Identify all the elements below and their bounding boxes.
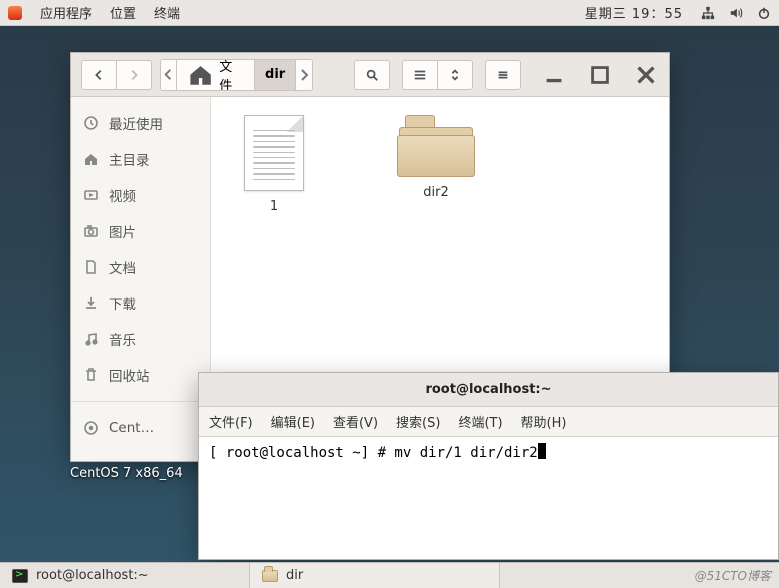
cursor-icon bbox=[538, 443, 546, 459]
download-icon bbox=[83, 295, 99, 311]
sidebar-item-videos[interactable]: 视频 bbox=[71, 177, 210, 213]
maximize-button[interactable] bbox=[587, 62, 613, 88]
path-home-label: 主文件夹 bbox=[219, 59, 244, 91]
view-options-button[interactable] bbox=[437, 60, 473, 90]
clock-icon bbox=[83, 115, 99, 131]
document-icon bbox=[83, 259, 99, 275]
term-menu-terminal[interactable]: 终端(T) bbox=[458, 412, 502, 431]
list-view-button[interactable] bbox=[402, 60, 438, 90]
folder-icon bbox=[397, 115, 475, 177]
network-icon[interactable] bbox=[701, 6, 715, 20]
music-icon bbox=[83, 331, 99, 347]
path-home[interactable]: 主文件夹 bbox=[177, 60, 255, 90]
trash-icon bbox=[83, 367, 99, 383]
menu-places[interactable]: 位置 bbox=[110, 3, 136, 22]
watermark: @51CTO博客 bbox=[500, 563, 779, 588]
sidebar-item-centos[interactable]: Cent… bbox=[71, 410, 210, 446]
camera-icon bbox=[83, 223, 99, 239]
close-button[interactable] bbox=[633, 62, 659, 88]
path-bar: 主文件夹 dir bbox=[160, 59, 313, 91]
term-menu-search[interactable]: 搜索(S) bbox=[396, 412, 440, 431]
sidebar-item-documents[interactable]: 文档 bbox=[71, 249, 210, 285]
sidebar: 最近使用 主目录 视频 图片 文档 下载 音乐 回收站 Cent… bbox=[71, 97, 211, 461]
task-terminal[interactable]: root@localhost:~ bbox=[0, 563, 250, 588]
sidebar-item-music[interactable]: 音乐 bbox=[71, 321, 210, 357]
terminal-icon bbox=[12, 569, 28, 583]
volume-icon[interactable] bbox=[729, 6, 743, 20]
terminal-menubar: 文件(F) 编辑(E) 查看(V) 搜索(S) 终端(T) 帮助(H) bbox=[199, 407, 778, 437]
sidebar-item-trash[interactable]: 回收站 bbox=[71, 357, 210, 393]
term-menu-edit[interactable]: 编辑(E) bbox=[271, 412, 315, 431]
bottom-taskbar: root@localhost:~ dir @51CTO博客 bbox=[0, 562, 779, 588]
sidebar-item-downloads[interactable]: 下载 bbox=[71, 285, 210, 321]
sidebar-item-home[interactable]: 主目录 bbox=[71, 141, 210, 177]
term-menu-help[interactable]: 帮助(H) bbox=[521, 412, 567, 431]
term-menu-view[interactable]: 查看(V) bbox=[333, 412, 378, 431]
sidebar-item-recent[interactable]: 最近使用 bbox=[71, 105, 210, 141]
file-item-dir2[interactable]: dir2 bbox=[391, 115, 481, 200]
menu-terminal[interactable]: 终端 bbox=[154, 3, 180, 22]
path-next-button[interactable] bbox=[296, 60, 312, 90]
file-label: dir2 bbox=[423, 185, 448, 200]
file-item-1[interactable]: 1 bbox=[229, 115, 319, 214]
hamburger-menu-button[interactable] bbox=[485, 60, 521, 90]
home-icon bbox=[83, 151, 99, 167]
text-file-icon bbox=[244, 115, 304, 191]
terminal-content[interactable]: [ root@localhost ~] # mv dir/1 dir/dir2 bbox=[199, 437, 778, 469]
fm-toolbar: 主文件夹 dir bbox=[71, 53, 669, 97]
minimize-button[interactable] bbox=[541, 62, 567, 88]
task-files[interactable]: dir bbox=[250, 563, 500, 588]
menu-applications[interactable]: 应用程序 bbox=[40, 3, 92, 22]
search-button[interactable] bbox=[354, 60, 390, 90]
term-menu-file[interactable]: 文件(F) bbox=[209, 412, 253, 431]
path-dir[interactable]: dir bbox=[255, 60, 296, 90]
video-icon bbox=[83, 187, 99, 203]
file-label: 1 bbox=[270, 199, 278, 214]
power-icon[interactable] bbox=[757, 6, 771, 20]
terminal-title[interactable]: root@localhost:~ bbox=[199, 373, 778, 407]
path-up-button[interactable] bbox=[161, 60, 177, 90]
folder-icon bbox=[262, 570, 278, 582]
gnome-topbar: 应用程序 位置 终端 星期三 19：55 bbox=[0, 0, 779, 26]
disc-icon bbox=[83, 420, 99, 436]
forward-button[interactable] bbox=[116, 60, 152, 90]
home-icon bbox=[187, 61, 214, 88]
terminal-window: root@localhost:~ 文件(F) 编辑(E) 查看(V) 搜索(S)… bbox=[198, 372, 779, 560]
clock[interactable]: 星期三 19：55 bbox=[585, 3, 683, 22]
activities-icon[interactable] bbox=[8, 6, 22, 20]
sidebar-item-pictures[interactable]: 图片 bbox=[71, 213, 210, 249]
desktop-icon-label[interactable]: CentOS 7 x86_64 bbox=[70, 466, 183, 481]
back-button[interactable] bbox=[81, 60, 117, 90]
